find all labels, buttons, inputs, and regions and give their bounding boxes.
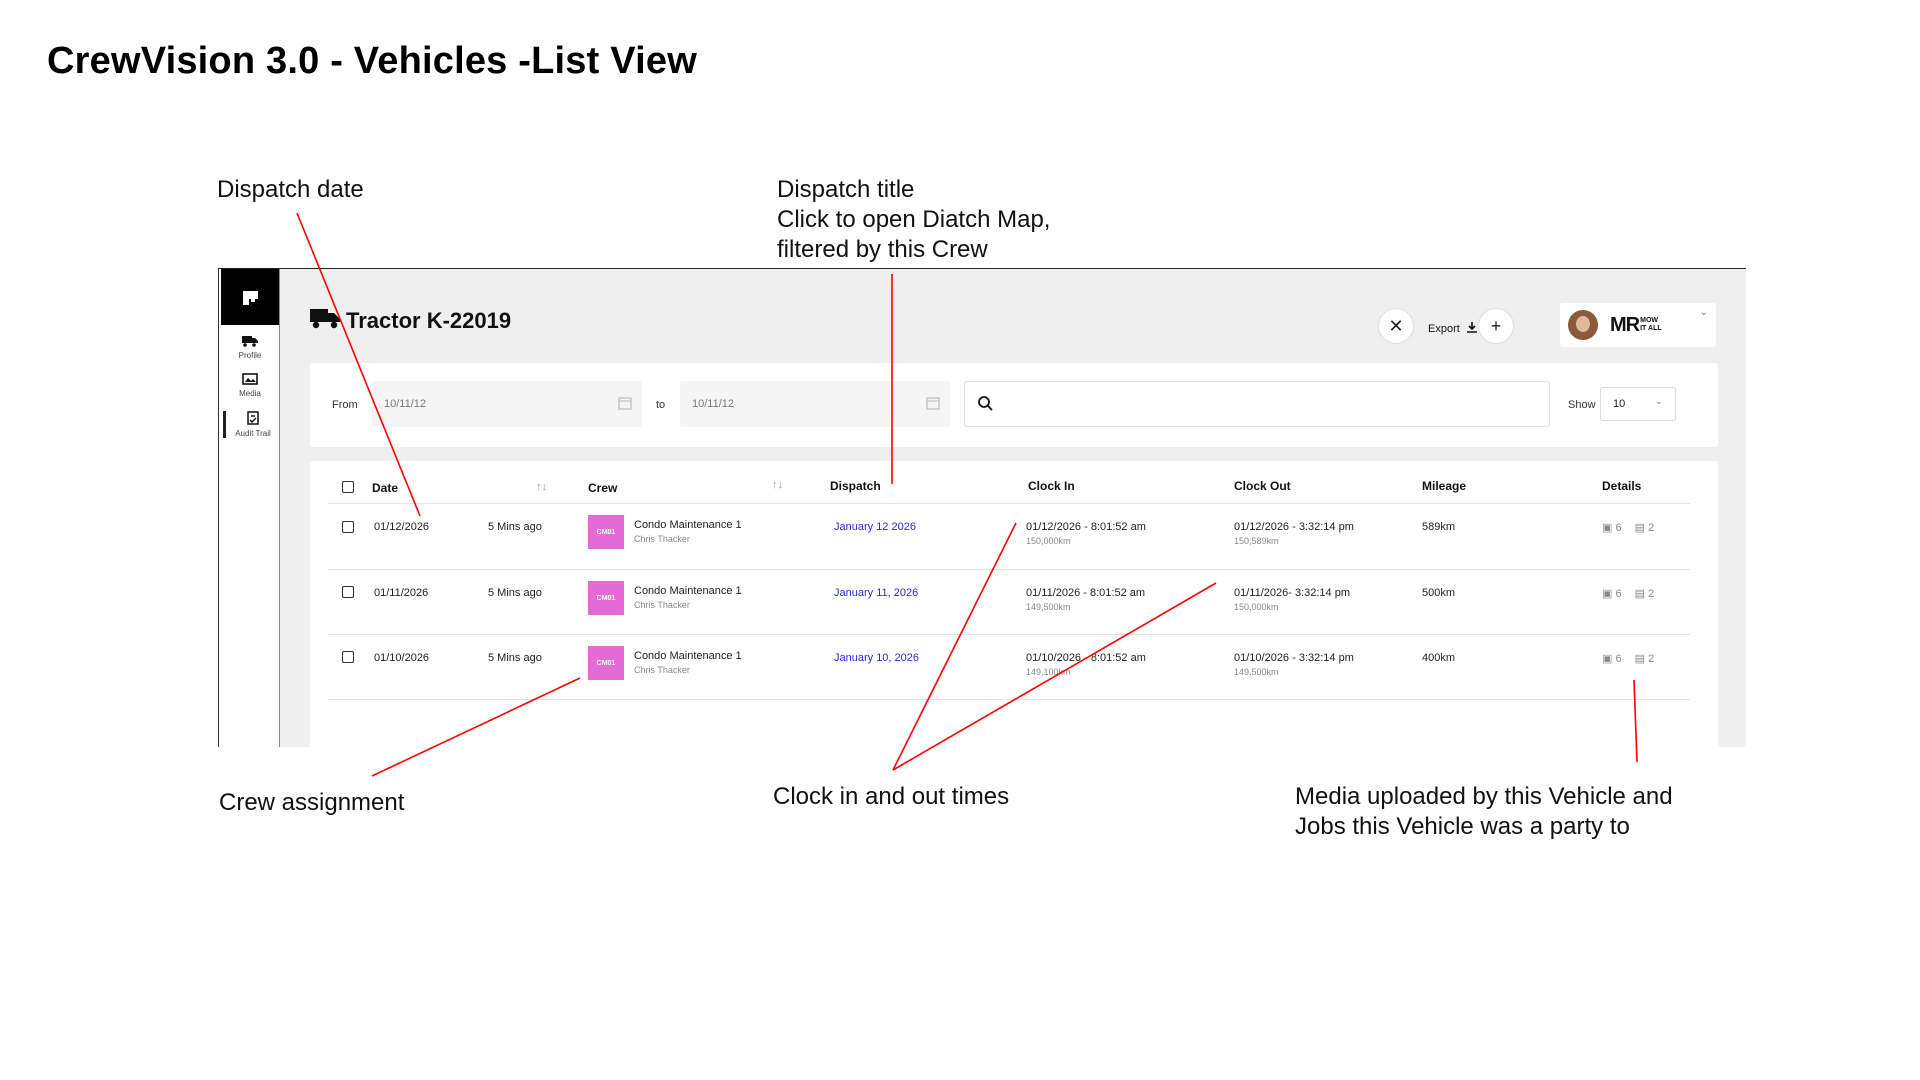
pointer-line-dispatch-date <box>296 212 421 517</box>
pointer-line-media <box>1633 679 1638 763</box>
annotation-pointer-lines <box>296 212 1638 777</box>
pointer-line-clock-in <box>892 522 1017 771</box>
pointer-line-crew-assignment <box>371 677 581 777</box>
pointer-line-clock-out <box>892 582 1217 771</box>
